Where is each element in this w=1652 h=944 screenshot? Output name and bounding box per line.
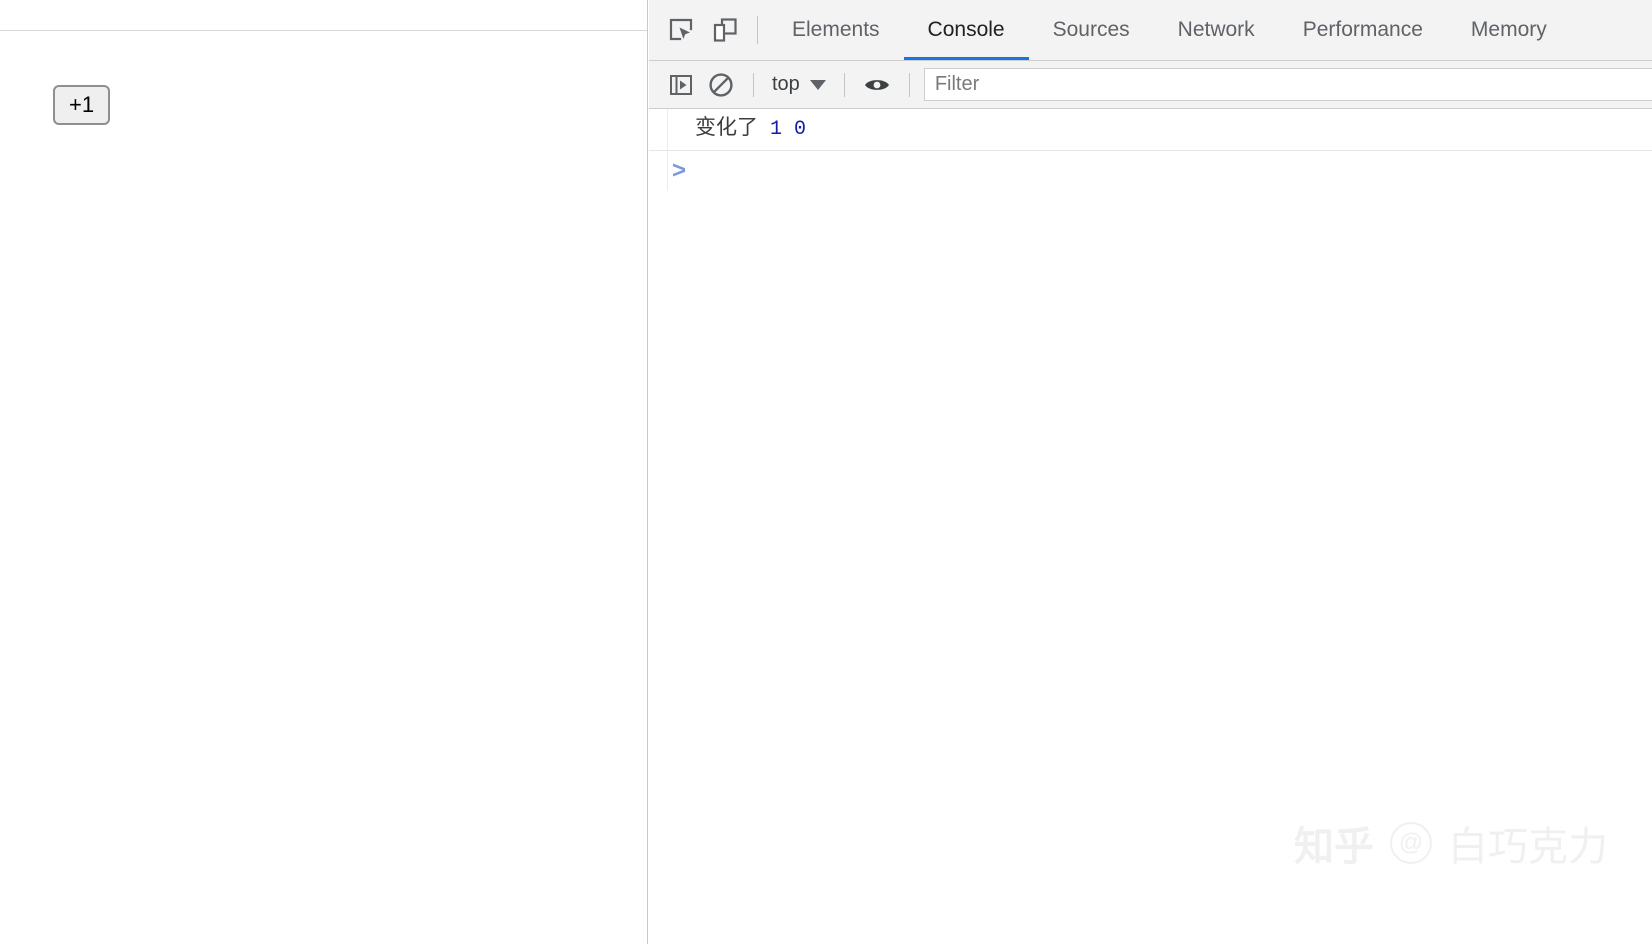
page-viewport: +1	[0, 0, 648, 944]
console-prompt-row[interactable]: >	[649, 151, 1652, 191]
chevron-down-icon	[809, 79, 826, 90]
clear-console-icon[interactable]	[701, 65, 741, 105]
console-toolbar-divider	[843, 72, 845, 97]
execution-context-label: top	[772, 73, 800, 95]
console-toolbar-divider	[908, 72, 910, 97]
prompt-chevron-icon: >	[672, 157, 687, 184]
tab-console[interactable]: Console	[903, 1, 1029, 60]
execution-context-selector[interactable]: top	[766, 73, 832, 96]
tab-elements[interactable]: Elements	[768, 1, 904, 60]
console-message-row[interactable]: 变化了 1 0	[649, 109, 1652, 151]
watermark-username: 白巧克力	[1448, 825, 1608, 869]
tab-label: Performance	[1302, 18, 1423, 41]
tab-label: Network	[1177, 18, 1255, 41]
devtools-panel: Elements Console Sources Network Perform…	[649, 0, 1652, 944]
console-message-gutter	[649, 109, 668, 150]
watermark: 知乎 @ 白巧克力	[1294, 814, 1608, 872]
devtools-tabbar: Elements Console Sources Network Perform…	[649, 0, 1652, 61]
console-filter-input[interactable]	[923, 68, 1652, 101]
screen-root: +1 Elements Console Sources Network Perf…	[0, 0, 1652, 944]
console-toolbar: top	[649, 61, 1652, 109]
console-message-text: 变化了	[695, 116, 758, 139]
eye-icon[interactable]	[857, 65, 897, 105]
console-message: 变化了 1 0	[667, 109, 806, 150]
inspect-element-icon[interactable]	[659, 8, 703, 52]
page-document: +1	[0, 31, 647, 944]
console-prompt-gutter	[649, 151, 668, 191]
tab-sources[interactable]: Sources	[1029, 1, 1154, 60]
tab-network[interactable]: Network	[1154, 1, 1279, 60]
console-sidebar-icon[interactable]	[661, 65, 701, 105]
tab-label: Elements	[792, 18, 880, 41]
tab-memory[interactable]: Memory	[1447, 1, 1571, 60]
device-toolbar-icon[interactable]	[703, 8, 747, 52]
watermark-at-icon: @	[1390, 822, 1432, 864]
console-message-value-1: 1	[770, 118, 783, 141]
tab-label: Console	[927, 18, 1005, 41]
console-toolbar-divider	[753, 72, 754, 97]
tab-performance[interactable]: Performance	[1279, 1, 1447, 60]
toolbar-divider	[757, 16, 758, 44]
increment-button[interactable]: +1	[53, 85, 111, 125]
console-prompt-input[interactable]	[686, 156, 1652, 186]
watermark-logo: 知乎	[1294, 825, 1374, 869]
tab-label: Memory	[1470, 18, 1547, 41]
console-output: 变化了 1 0 > 知乎 @ 白巧克力	[649, 109, 1652, 944]
console-message-value-2: 0	[794, 118, 807, 141]
tab-label: Sources	[1052, 18, 1130, 41]
